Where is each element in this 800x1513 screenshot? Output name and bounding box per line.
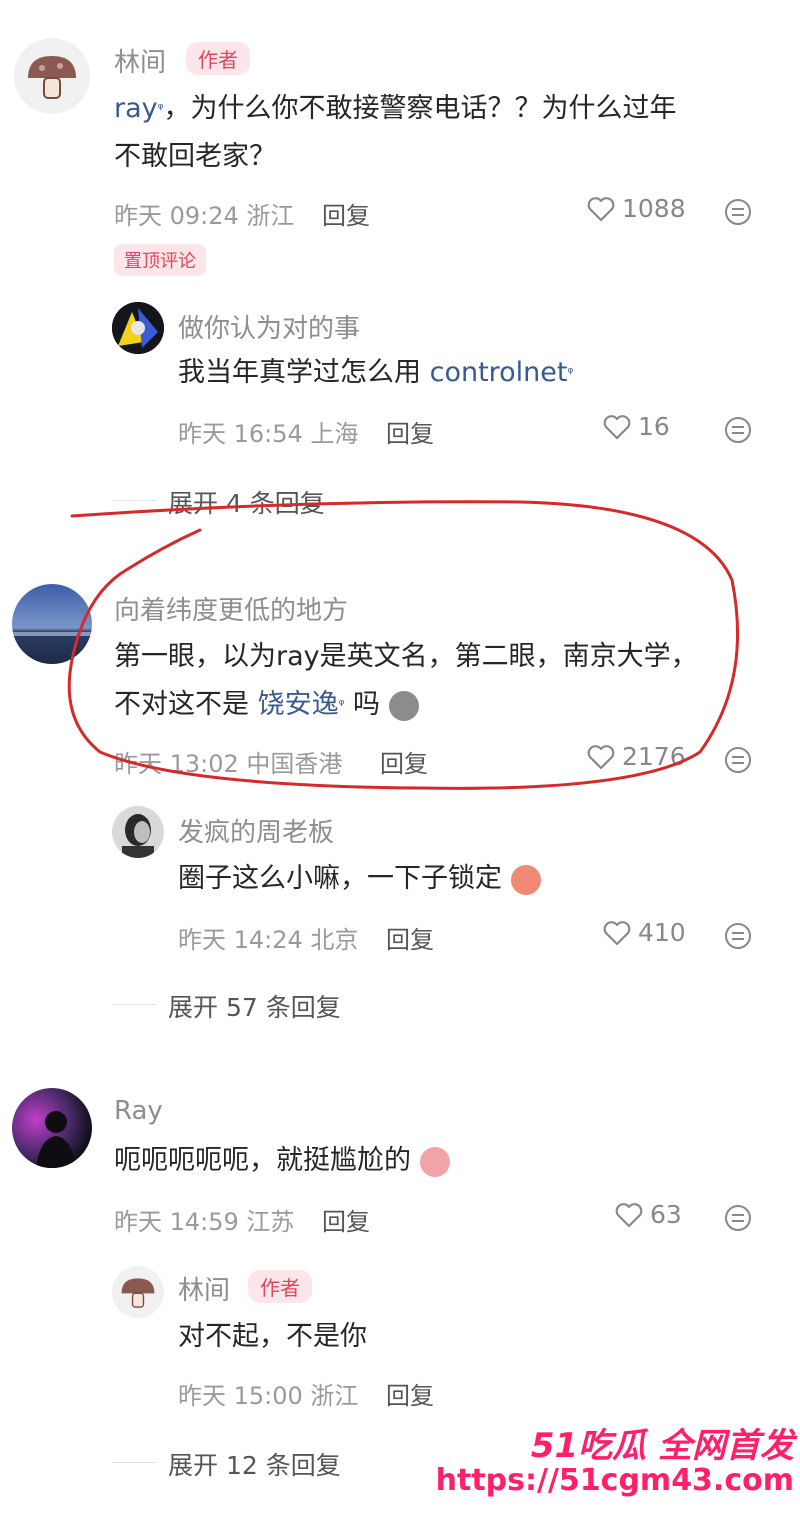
- watermark-url: https://51cgm43.com: [435, 1463, 794, 1498]
- red-annotation-circle: [67, 500, 740, 790]
- watermark-brand: 51吃瓜 全网首发: [530, 1426, 794, 1466]
